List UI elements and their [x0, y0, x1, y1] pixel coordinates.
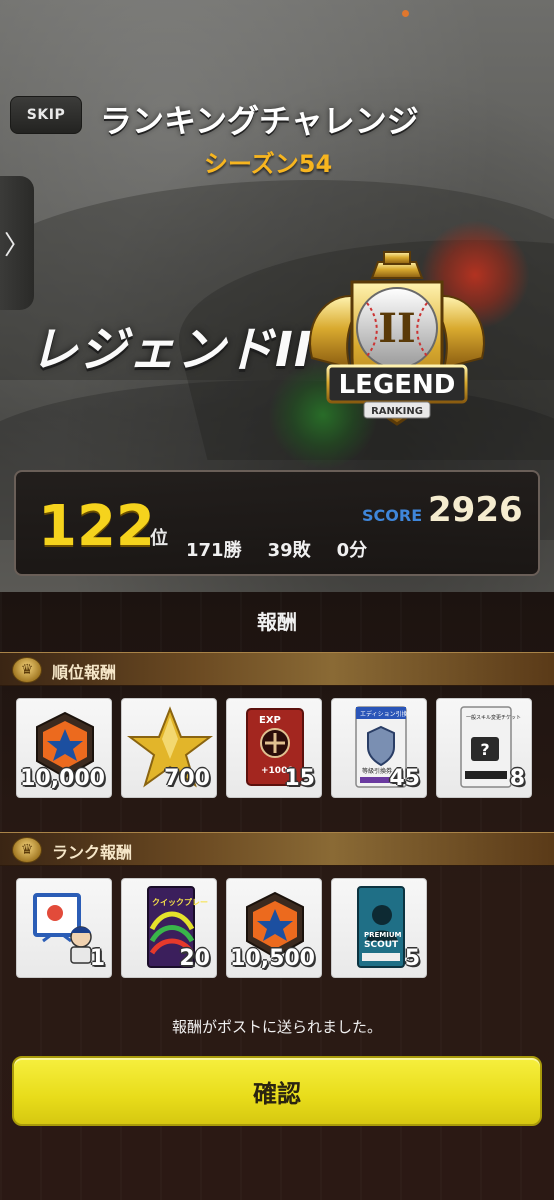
indicator-dot — [402, 10, 409, 17]
svg-text:等級引換券: 等級引換券 — [362, 767, 392, 775]
svg-text:クイックプレー: クイックプレー — [152, 897, 208, 907]
rank-reward-header: ♛ ランク報酬 — [0, 832, 554, 866]
rewards-title: 報酬 — [257, 610, 297, 634]
rank-position: 122 — [38, 494, 155, 559]
score-label: SCORE — [362, 506, 423, 525]
win-loss-draw: 171勝 39敗 0分 — [186, 536, 446, 562]
reward-quantity: 10,500 — [230, 946, 315, 971]
svg-text:LEGEND: LEGEND — [339, 370, 456, 400]
reward-item[interactable]: ? 一般スキル変更チケット 8 — [436, 698, 532, 798]
svg-text:一般スキル変更チケット: 一般スキル変更チケット — [466, 714, 521, 721]
reward-item[interactable]: PREMIUM SCOUT 5 — [331, 878, 427, 978]
svg-text:?: ? — [480, 740, 489, 759]
svg-text:EXP: EXP — [259, 715, 281, 726]
reward-item[interactable]: 700 — [121, 698, 217, 798]
rank-position-unit: 位 — [150, 528, 168, 549]
svg-text:II: II — [378, 305, 415, 352]
stats-panel: 122 位 171勝 39敗 0分 SCORE 2926 — [14, 470, 540, 576]
reward-quantity: 45 — [389, 766, 420, 791]
crown-icon: ♛ — [12, 657, 42, 683]
reward-quantity: 8 — [509, 766, 525, 791]
svg-text:エディション引換: エディション引換 — [360, 710, 408, 718]
svg-text:PREMIUM: PREMIUM — [364, 931, 402, 939]
rank-reward-label: ランク報酬 — [52, 843, 133, 862]
reward-item[interactable]: エディション引換 等級引換券 45 — [331, 698, 427, 798]
rewards-panel: 報酬 ♛ 順位報酬 10,000 700 EXP +1000 15 エディション… — [0, 592, 554, 1200]
confirm-button[interactable]: 確認 — [12, 1056, 542, 1126]
reward-item[interactable]: EXP +1000 15 — [226, 698, 322, 798]
reward-quantity: 1 — [89, 946, 105, 971]
placement-reward-label: 順位報酬 — [52, 663, 117, 682]
reward-quantity: 20 — [179, 946, 210, 971]
reward-item[interactable]: 1 — [16, 878, 112, 978]
legend-rank-badge-icon: II LEGEND RANKING — [309, 251, 485, 426]
losses-count: 39敗 — [267, 540, 311, 561]
rank-tier-name: レジェンドII — [30, 322, 313, 378]
placement-reward-header: ♛ 順位報酬 — [0, 652, 554, 686]
svg-text:SCOUT: SCOUT — [364, 940, 399, 950]
reward-quantity: 5 — [404, 946, 420, 971]
draws-count: 0分 — [336, 540, 368, 561]
crown-icon: ♛ — [12, 837, 42, 863]
reward-item[interactable]: 10,500 — [226, 878, 322, 978]
chevron-right-icon: 〉 — [3, 230, 30, 261]
wins-count: 171勝 — [186, 540, 242, 561]
page-title: ランキングチャレンジ — [100, 102, 419, 140]
svg-text:RANKING: RANKING — [371, 406, 423, 417]
reward-quantity: 700 — [164, 766, 210, 791]
reward-item[interactable]: 10,000 — [16, 698, 112, 798]
score-value: 2926 — [428, 490, 523, 530]
season-label: シーズン54 — [204, 150, 333, 178]
reward-quantity: 10,000 — [20, 766, 105, 791]
reward-quantity: 15 — [284, 766, 315, 791]
reward-item[interactable]: クイックプレー 20 — [121, 878, 217, 978]
skip-button[interactable]: SKIP — [10, 96, 82, 134]
result-hero: SKIP ランキングチャレンジ シーズン54 〉 レジェンドII II LEGE… — [0, 0, 554, 592]
side-drawer-tab[interactable]: 〉 — [0, 176, 34, 310]
reward-notice: 報酬がポストに送られました。 — [171, 1018, 382, 1036]
